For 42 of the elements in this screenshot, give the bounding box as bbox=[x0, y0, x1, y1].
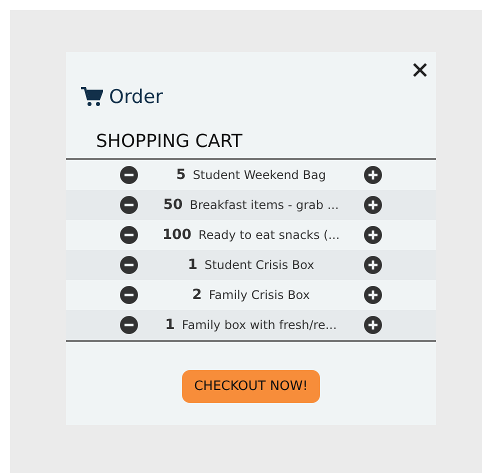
plus-icon bbox=[364, 316, 382, 334]
cart-icon bbox=[81, 87, 103, 107]
increase-button[interactable] bbox=[364, 226, 382, 244]
increase-button[interactable] bbox=[364, 316, 382, 334]
minus-icon bbox=[120, 196, 138, 214]
decrease-button[interactable] bbox=[120, 166, 138, 184]
plus-icon bbox=[364, 166, 382, 184]
decrease-button[interactable] bbox=[120, 286, 138, 304]
minus-icon bbox=[120, 316, 138, 334]
plus-icon bbox=[364, 256, 382, 274]
decrease-button[interactable] bbox=[120, 196, 138, 214]
minus-icon bbox=[120, 166, 138, 184]
plus-icon bbox=[364, 196, 382, 214]
plus-icon bbox=[364, 286, 382, 304]
item-quantity: 5 bbox=[176, 167, 186, 183]
increase-button[interactable] bbox=[364, 166, 382, 184]
item-name: Family Crisis Box bbox=[208, 288, 310, 302]
item-quantity: 100 bbox=[162, 227, 192, 243]
cart-heading: SHOPPING CART bbox=[96, 130, 244, 154]
plus-icon bbox=[364, 226, 382, 244]
item-name: Breakfast items - grab ... bbox=[190, 198, 339, 212]
minus-icon bbox=[120, 286, 138, 304]
close-button[interactable] bbox=[412, 62, 428, 78]
decrease-button[interactable] bbox=[120, 226, 138, 244]
decrease-button[interactable] bbox=[120, 256, 138, 274]
increase-button[interactable] bbox=[364, 256, 382, 274]
item-quantity: 2 bbox=[192, 287, 202, 303]
increase-button[interactable] bbox=[364, 286, 382, 304]
minus-icon bbox=[120, 226, 138, 244]
minus-icon bbox=[120, 256, 138, 274]
checkout-button[interactable]: CHECKOUT NOW! bbox=[182, 370, 320, 403]
close-icon bbox=[412, 62, 428, 78]
increase-button[interactable] bbox=[364, 196, 382, 214]
item-name: Family box with fresh/re... bbox=[182, 318, 337, 332]
item-quantity: 1 bbox=[188, 257, 198, 273]
item-name: Student Crisis Box bbox=[204, 258, 314, 272]
item-name: Student Weekend Bag bbox=[192, 168, 326, 182]
dialog-title: Order bbox=[109, 86, 163, 108]
item-quantity: 50 bbox=[163, 197, 183, 213]
item-quantity: 1 bbox=[165, 317, 175, 333]
item-name: Ready to eat snacks (... bbox=[198, 228, 340, 242]
decrease-button[interactable] bbox=[120, 316, 138, 334]
